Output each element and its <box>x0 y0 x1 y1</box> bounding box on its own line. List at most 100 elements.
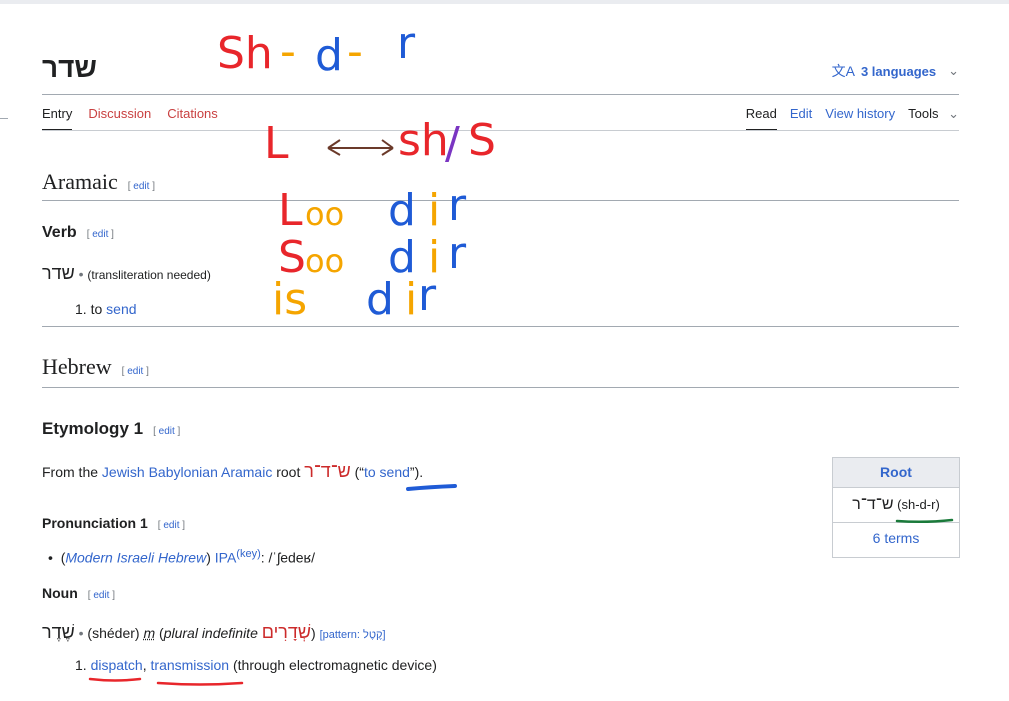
heading-etymology-text: Etymology 1 <box>42 419 144 438</box>
underline-dispatch <box>88 677 142 682</box>
heading-pronunciation-text: Pronunciation 1 <box>42 515 148 531</box>
translate-icon: 文A <box>831 63 855 79</box>
heading-noun: Noun [ edit ] <box>42 585 115 601</box>
double-arrow-icon <box>327 139 394 156</box>
aramaic-headword-line: שדר • (transliteration needed) <box>42 263 211 284</box>
plural-link[interactable]: שְׁדָרִים <box>262 622 311 642</box>
heading-verb: Verb [ edit ] <box>42 224 114 242</box>
languages-label: 3 languages <box>860 63 937 79</box>
ann-sh: Sh <box>217 28 273 79</box>
annotation-row-2: S oo d i r <box>278 228 467 283</box>
plural-label: plural indefinite <box>163 625 258 641</box>
edit-link-aramaic[interactable]: [ edit ] <box>128 181 155 192</box>
ann-i: i <box>428 185 440 236</box>
ann-is: is <box>272 274 307 325</box>
sidebar-edge <box>0 118 8 119</box>
chevron-down-icon: ⌄ <box>948 63 959 78</box>
link-ipa[interactable]: IPA <box>215 550 237 566</box>
def-number: 1. <box>75 301 87 317</box>
heading-aramaic: Aramaic [ edit ] <box>42 169 155 195</box>
root-terms-link[interactable]: 6 terms <box>833 523 959 557</box>
aramaic-divider <box>42 200 959 201</box>
link-jewish-babylonian-aramaic[interactable]: Jewish Babylonian Aramaic <box>102 464 272 480</box>
namespace-tabs: Entry Discussion Citations <box>42 106 218 131</box>
tools-label: Tools <box>908 106 939 121</box>
gender-link[interactable]: m <box>143 625 155 641</box>
heading-etymology: Etymology 1 [ edit ] <box>42 419 180 439</box>
ann-d-3: d <box>388 232 416 283</box>
link-ipa-key[interactable]: (key) <box>236 548 260 560</box>
ann-slash: / <box>445 118 460 169</box>
noun-headword: שֶׁדֶר <box>42 622 75 642</box>
underline-transmission <box>156 681 244 686</box>
tab-citations[interactable]: Citations <box>167 106 218 131</box>
ann-r: r <box>397 18 416 69</box>
etym-gloss-close: ”). <box>409 464 424 480</box>
root-letters[interactable]: ש־ד־ר <box>852 496 893 513</box>
annotation-row-3: is d i r <box>272 270 437 325</box>
heading-noun-text: Noun <box>42 585 78 601</box>
pattern-link[interactable]: [pattern: קֶטֶל] <box>320 629 386 641</box>
annotation-line-2: L sh / S <box>264 115 496 169</box>
etym-mid: root <box>276 464 301 480</box>
etymology-text: From the Jewish Babylonian Aramaic root … <box>42 461 423 482</box>
tab-discussion[interactable]: Discussion <box>88 106 151 131</box>
ann-sh-2: sh <box>398 115 449 166</box>
heading-aramaic-text: Aramaic <box>42 169 118 194</box>
tab-read[interactable]: Read <box>745 106 777 131</box>
page-title: שדר <box>42 52 97 83</box>
title-divider <box>42 94 959 95</box>
edit-label: edit <box>127 366 144 377</box>
noun-translit: (shéder) <box>87 625 140 641</box>
heading-hebrew-text: Hebrew <box>42 354 112 379</box>
edit-link-hebrew[interactable]: [ edit ] <box>122 366 149 377</box>
noun-definition: 1. dispatch, transmission (through elect… <box>75 657 437 673</box>
view-tabs: Read Edit View history Tools ⌄ <box>745 106 959 131</box>
ann-i-2: i <box>428 232 440 283</box>
ipa-value: : /ˈʃedeʁ/ <box>260 549 316 566</box>
bullet: • <box>48 549 61 566</box>
tabs-divider <box>42 130 959 131</box>
edit-label: edit <box>163 520 180 531</box>
ann-dash-2: - <box>347 26 363 77</box>
edit-link-etymology[interactable]: [ edit ] <box>153 426 180 437</box>
tab-edit[interactable]: Edit <box>790 106 812 131</box>
tab-entry[interactable]: Entry <box>42 106 73 131</box>
wiktionary-page: שדר 文A 3 languages ⌄ Entry Discussion Ci… <box>0 0 1009 701</box>
underline-to-send <box>406 484 457 491</box>
pronunciation-line: • (Modern Israeli Hebrew) IPA(key): /ˈʃe… <box>48 548 316 566</box>
edit-label: edit <box>93 590 110 601</box>
chevron-down-icon: ⌄ <box>948 106 959 121</box>
ann-r-4: r <box>418 270 437 321</box>
ann-d: d <box>315 30 343 81</box>
edit-link-noun[interactable]: [ edit ] <box>88 590 115 601</box>
aramaic-definition: 1. to send <box>75 301 137 317</box>
languages-button[interactable]: 文A 3 languages ⌄ <box>832 61 959 81</box>
annotation-row-1: L oo d i r <box>278 180 467 236</box>
edit-label: edit <box>133 181 150 192</box>
link-dispatch[interactable]: dispatch <box>91 657 143 673</box>
edit-link-verb[interactable]: [ edit ] <box>87 229 114 240</box>
root-header-link[interactable]: Root <box>833 458 959 488</box>
noun-headword-line: שֶׁדֶר • (shéder) m (plural indefinite ש… <box>42 622 386 642</box>
link-modern-israeli-hebrew[interactable]: Modern Israeli Hebrew <box>65 550 206 566</box>
link-send[interactable]: send <box>106 301 136 317</box>
ann-r-3: r <box>448 228 467 279</box>
tab-tools[interactable]: Tools ⌄ <box>908 106 959 131</box>
heading-pronunciation: Pronunciation 1 [ edit ] <box>42 515 185 531</box>
ann-s-2: S <box>278 232 306 283</box>
edit-link-pronunciation[interactable]: [ edit ] <box>158 520 185 531</box>
etym-prefix: From the <box>42 464 99 480</box>
aramaic-headword: שדר <box>42 263 75 283</box>
def-rest: (through electromagnetic device) <box>233 657 437 673</box>
ann-r-2: r <box>448 180 467 231</box>
ann-l-2: L <box>278 185 303 236</box>
link-transmission[interactable]: transmission <box>151 657 230 673</box>
etym-gloss-open: (“ <box>354 464 364 480</box>
ann-i-3: i <box>405 274 417 325</box>
ann-oo-2: oo <box>305 242 344 280</box>
tab-view-history[interactable]: View history <box>825 106 895 131</box>
ann-l: L <box>264 118 289 169</box>
link-to-send[interactable]: to send <box>364 464 410 480</box>
etym-root-link[interactable]: ש־ד־ר <box>304 461 351 481</box>
